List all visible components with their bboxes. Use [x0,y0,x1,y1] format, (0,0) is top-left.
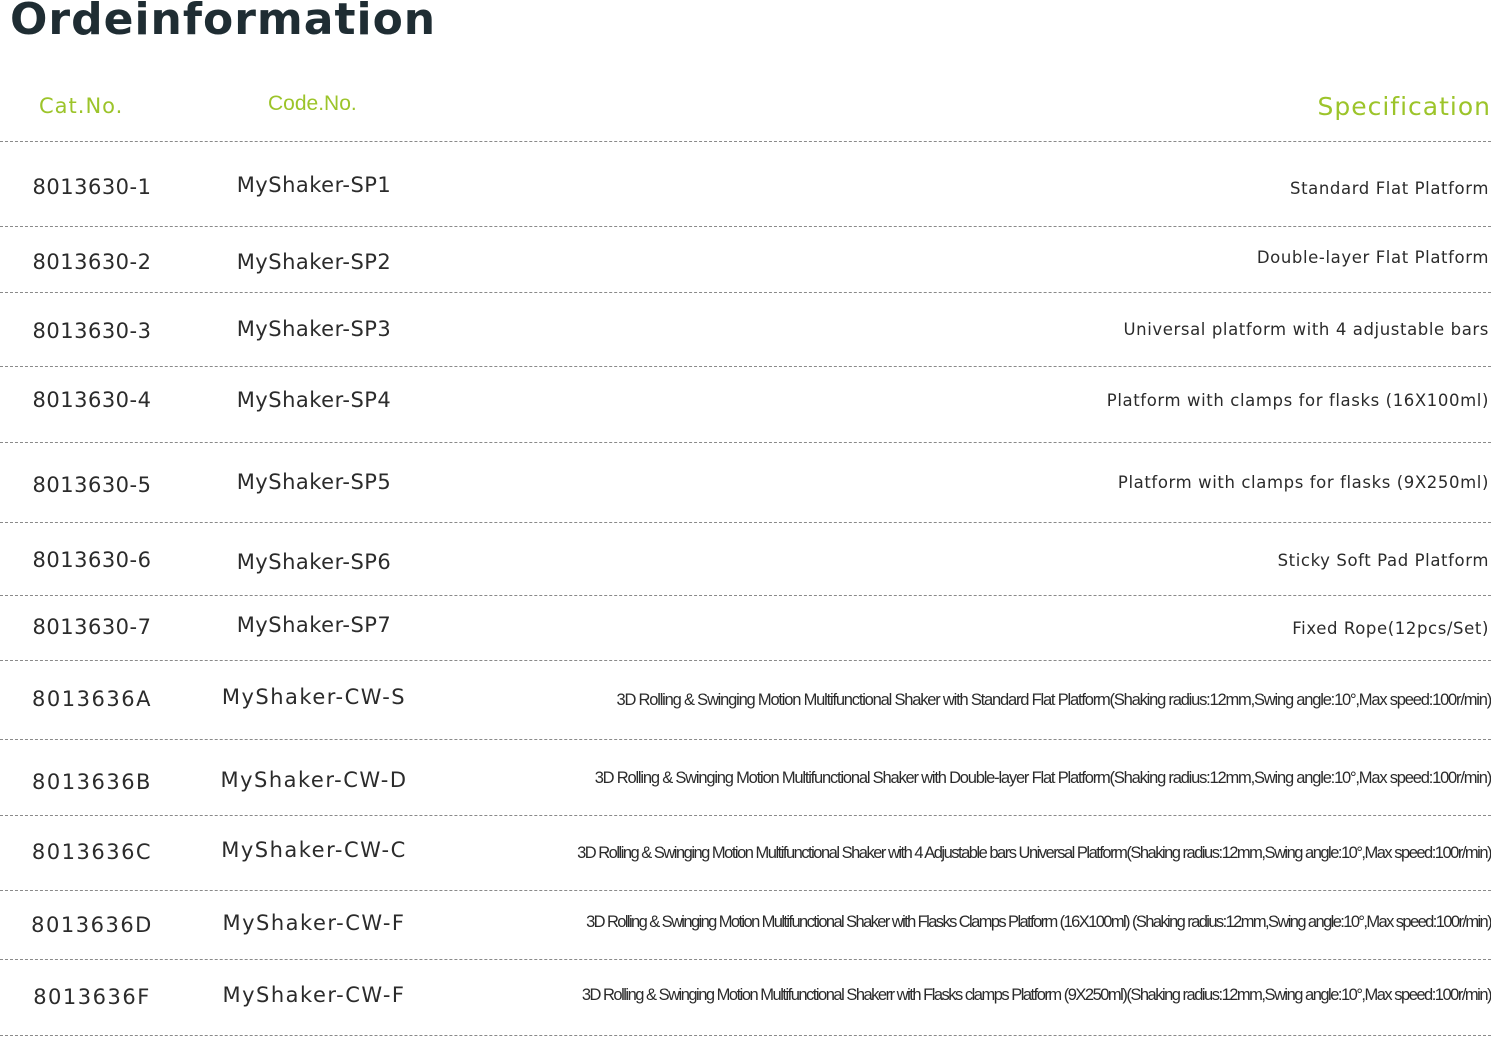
page-title: Ordeinformation [10,0,437,45]
specification-cell: 3D Rolling & Swinging Motion Multifuncti… [581,986,1491,1004]
column-header-code-no: Code.No. [268,92,357,115]
row-divider [0,141,1491,142]
row-divider [0,1035,1491,1036]
column-header-specification: Specification [1317,92,1491,121]
cat-no-cell: 8013630-4 [32,388,152,412]
specification-cell: Platform with clamps for flasks (16X100m… [1106,391,1489,410]
row-divider [0,522,1491,523]
code-no-cell: MyShaker-CW-C [221,838,407,862]
row-divider [0,890,1491,891]
specification-cell: Sticky Soft Pad Platform [1277,551,1489,570]
specification-cell: Platform with clamps for flasks (9X250ml… [1117,473,1489,492]
cat-no-cell: 8013630-5 [32,473,152,497]
row-divider [0,366,1491,367]
code-no-cell: MyShaker-SP4 [236,388,392,412]
cat-no-cell: 8013636A [32,687,152,711]
row-divider [0,815,1491,816]
row-divider [0,959,1491,960]
code-no-cell: MyShaker-SP6 [236,550,392,574]
code-no-cell: MyShaker-SP1 [236,173,392,197]
cat-no-cell: 8013636C [31,840,153,864]
code-no-cell: MyShaker-SP7 [236,613,392,637]
row-divider [0,739,1491,740]
row-divider [0,442,1491,443]
specification-cell: 3D Rolling & Swinging Motion Multifuncti… [594,769,1491,787]
code-no-cell: MyShaker-SP5 [236,470,392,494]
specification-cell: 3D Rolling & Swinging Motion Multifuncti… [586,913,1491,931]
specification-cell: Standard Flat Platform [1290,179,1489,198]
code-no-cell: MyShaker-CW-D [220,768,408,792]
code-no-cell: MyShaker-SP3 [236,317,392,341]
code-no-cell: MyShaker-CW-F [222,983,406,1007]
cat-no-cell: 8013636D [31,913,153,937]
specification-cell: Universal platform with 4 adjustable bar… [1123,320,1489,339]
specification-cell: Fixed Rope(12pcs/Set) [1292,619,1489,638]
cat-no-cell: 8013630-1 [32,175,152,199]
cat-no-cell: 8013630-6 [32,548,152,572]
row-divider [0,226,1491,227]
code-no-cell: MyShaker-CW-F [222,911,406,935]
specification-cell: 3D Rolling & Swinging Motion Multifuncti… [616,691,1491,709]
code-no-cell: MyShaker-CW-S [221,685,407,709]
code-no-cell: MyShaker-SP2 [236,250,392,274]
row-divider [0,660,1491,661]
specification-cell: 3D Rolling & Swinging Motion Multifuncti… [577,844,1491,862]
cat-no-cell: 8013630-7 [32,615,152,639]
cat-no-cell: 8013630-3 [32,319,152,343]
row-divider [0,292,1491,293]
cat-no-cell: 8013630-2 [32,250,152,274]
column-header-cat-no: Cat.No. [39,94,124,118]
row-divider [0,595,1491,596]
specification-cell: Double-layer Flat Platform [1256,248,1489,267]
cat-no-cell: 8013636B [32,770,152,794]
cat-no-cell: 8013636F [33,985,151,1009]
